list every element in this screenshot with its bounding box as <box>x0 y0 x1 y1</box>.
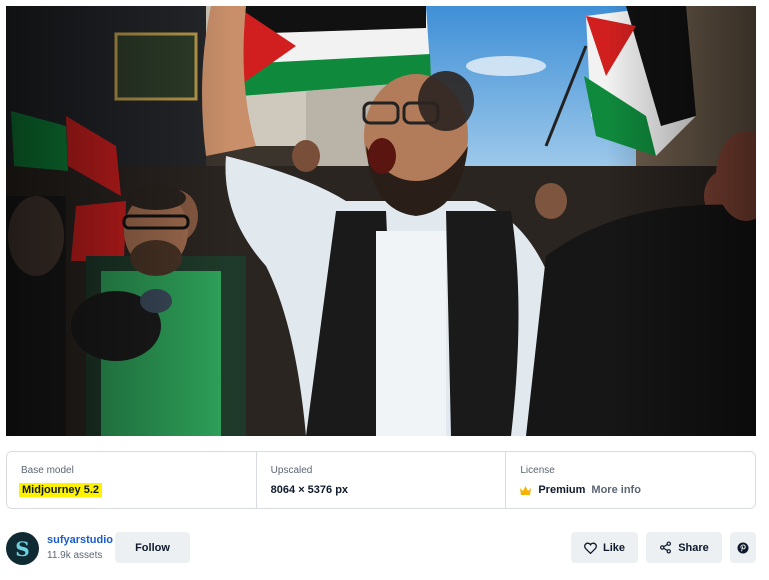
upscaled-label: Upscaled <box>270 465 313 476</box>
pinterest-button[interactable] <box>730 532 756 563</box>
heart-icon <box>584 542 597 554</box>
asset-details-card: Base model Midjourney 5.2 Upscaled 8064 … <box>6 451 756 509</box>
crown-icon <box>520 485 532 495</box>
license-value-wrap: Premium More info <box>520 482 755 498</box>
author-row: S sufyarstudio 11.9k assets Follow Like … <box>6 531 756 565</box>
author-assets-count: 11.9k assets <box>47 550 103 561</box>
more-info-link[interactable]: More info <box>591 484 641 496</box>
license-label: License <box>520 465 555 476</box>
protest-photo <box>6 6 756 436</box>
base-model-label: Base model <box>21 465 74 476</box>
license-value: Premium <box>538 484 586 496</box>
follow-button-label: Follow <box>135 541 170 554</box>
like-button[interactable]: Like <box>571 532 638 563</box>
upscaled-value-wrap: 8064 × 5376 px <box>271 482 506 498</box>
upscaled-value: 8064 × 5376 px <box>270 484 349 496</box>
like-button-label: Like <box>602 541 625 554</box>
base-model-value: Midjourney 5.2 <box>19 483 103 497</box>
upscaled-cell: Upscaled 8064 × 5376 px <box>255 452 506 508</box>
base-model-cell: Base model Midjourney 5.2 <box>7 452 256 508</box>
main-image[interactable] <box>6 6 756 436</box>
avatar-letter: S <box>15 536 30 561</box>
avatar[interactable]: S <box>6 532 39 565</box>
base-model-value-wrap: Midjourney 5.2 <box>19 482 256 498</box>
share-button-label: Share <box>678 541 709 554</box>
share-icon <box>660 541 672 554</box>
follow-button[interactable]: Follow <box>115 532 190 563</box>
author-name-link[interactable]: sufyarstudio <box>47 534 113 546</box>
share-button[interactable]: Share <box>646 532 722 563</box>
pinterest-icon <box>737 542 749 553</box>
license-cell: License Premium More info <box>505 452 755 508</box>
